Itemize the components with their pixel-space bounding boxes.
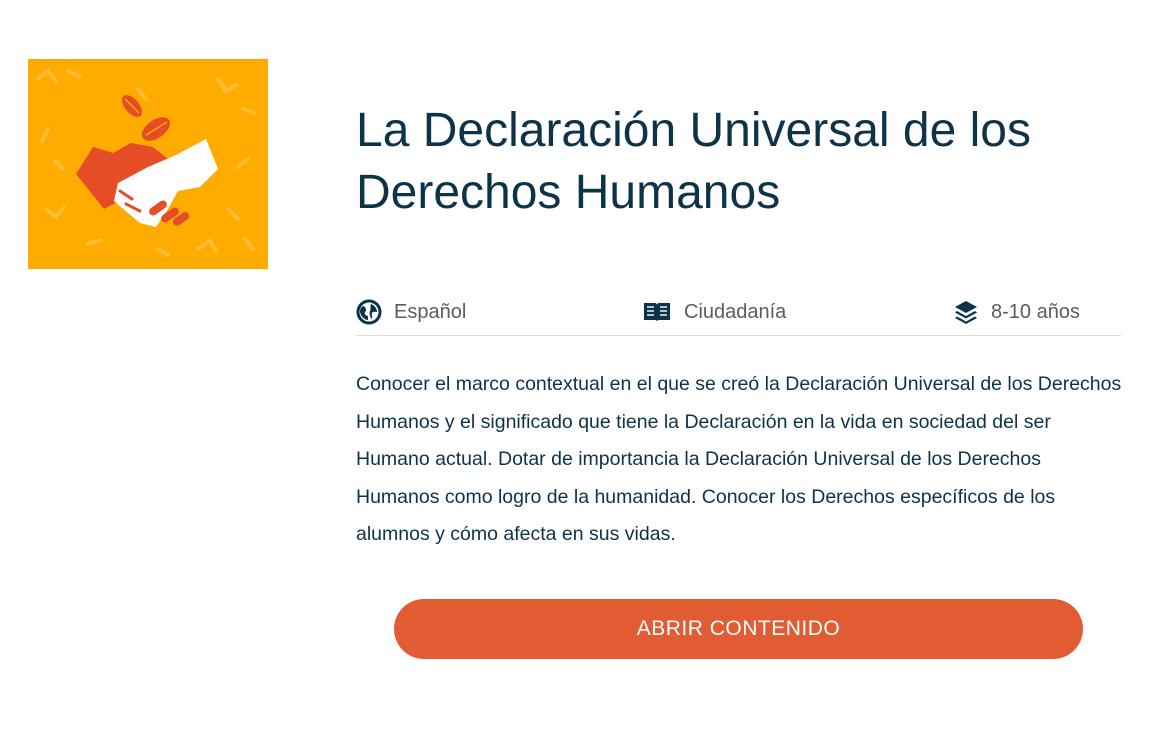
meta-language: Español [356,298,466,326]
open-content-button[interactable]: ABRIR CONTENIDO [394,599,1083,659]
meta-bar: Español Ciudadanía 8-10 años [356,290,1121,336]
content-card: La Declaración Universal de los Derechos… [0,0,1166,747]
meta-subject-label: Ciudadanía [684,300,787,323]
card-header: La Declaración Universal de los Derechos… [356,100,1121,224]
handshake-icon [28,59,268,269]
meta-language-label: Español [394,300,467,323]
meta-age: 8-10 años [953,298,1080,326]
globe-icon [356,299,382,325]
open-book-icon [642,300,672,324]
meta-age-label: 8-10 años [991,300,1080,323]
meta-subject: Ciudadanía [642,298,786,326]
content-title: La Declaración Universal de los Derechos… [356,104,1031,219]
layers-icon [953,299,979,325]
content-description: Conocer el marco contextual en el que se… [356,373,1122,545]
content-thumbnail [28,59,268,269]
